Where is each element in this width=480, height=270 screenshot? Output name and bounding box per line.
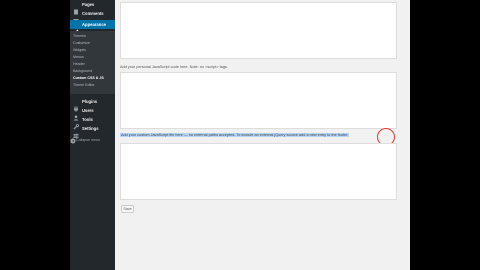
collapse-menu-button[interactable]: Collapse menu (70, 136, 115, 143)
sidebar-item-appearance[interactable]: Appearance (70, 20, 115, 35)
selected-help-text: Add your custom JavaScript file here — n… (120, 133, 350, 137)
sidebar-item-users[interactable]: Users (70, 106, 115, 120)
code-textarea-2[interactable] (120, 72, 397, 129)
sidebar-item-tools[interactable]: Tools (70, 115, 115, 129)
tools-icon (73, 117, 79, 129)
sidebar-item-settings[interactable]: Settings (70, 124, 115, 138)
help-text-external: Add your custom JavaScript file here — n… (120, 133, 350, 137)
wordpress-admin-frame: Pages Comments Appearance Themes Customi… (70, 0, 410, 270)
paintbrush-icon (73, 22, 79, 35)
help-text-javascript: Add your personal JavaScript code here. … (120, 65, 228, 69)
main-content: Add your personal JavaScript code here. … (115, 0, 410, 270)
sidebar-item-comments[interactable]: Comments (70, 9, 115, 23)
submenu-item-customize[interactable]: Customize (73, 40, 113, 46)
sidebar-item-plugins[interactable]: Plugins (70, 97, 115, 112)
code-textarea-3[interactable] (120, 143, 397, 200)
sidebar-item-pages[interactable]: Pages (70, 0, 115, 14)
submenu-item-themes[interactable]: Themes (73, 33, 113, 39)
submenu-item-custom-css-js[interactable]: Custom CSS & JS (73, 75, 113, 81)
admin-sidebar: Pages Comments Appearance Themes Customi… (70, 0, 115, 270)
comments-icon (73, 11, 79, 23)
submenu-item-widgets[interactable]: Widgets (73, 47, 113, 53)
users-icon (73, 108, 79, 120)
code-textarea-1[interactable] (120, 2, 397, 59)
submenu-item-menus[interactable]: Menus (73, 54, 113, 60)
submenu-item-background[interactable]: Background (73, 68, 113, 74)
save-button[interactable]: Save (121, 205, 134, 213)
submenu-item-header[interactable]: Header (73, 61, 113, 67)
pages-icon (73, 2, 79, 14)
plugins-icon (73, 99, 79, 112)
submenu-item-theme-editor[interactable]: Theme Editor (73, 82, 113, 88)
